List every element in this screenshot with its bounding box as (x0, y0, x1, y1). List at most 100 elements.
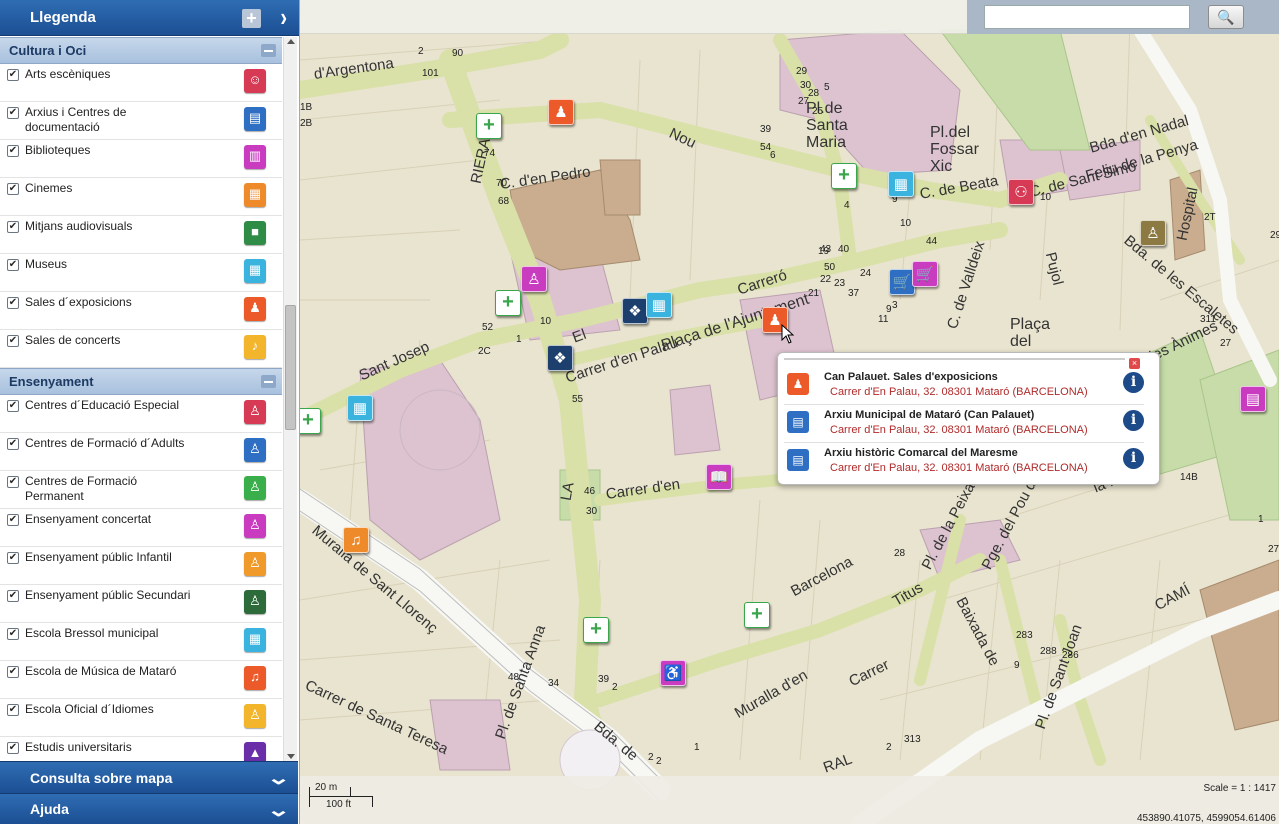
scroll-thumb[interactable] (285, 305, 296, 430)
theater-masks-icon[interactable]: ▤ (1240, 386, 1266, 412)
house-number: 1 (694, 742, 700, 753)
layer-checkbox[interactable]: ✔ (7, 552, 19, 564)
book-icon[interactable]: 📖 (706, 464, 732, 490)
layer-checkbox[interactable]: ✔ (7, 145, 19, 157)
layer-checkbox[interactable]: ✔ (7, 69, 19, 81)
layer-checkbox[interactable]: ✔ (7, 400, 19, 412)
legend-list[interactable]: Cultura i Oci ✔ Arts escèniques ☺ ✔ Arxius … (0, 37, 298, 761)
popup-row[interactable]: ♟ Can Palauet. Sales d'exposicions Carre… (784, 367, 1144, 405)
legend-item[interactable]: ✔ Centres d´Educació Especial ♙ (0, 395, 282, 433)
layer-checkbox[interactable]: ✔ (7, 221, 19, 233)
legend-item[interactable]: ✔ Escola Oficial d´Idiomes ♙ (0, 699, 282, 737)
ajuda-panel-header[interactable]: Ajuda ⌄ (0, 793, 298, 824)
legend-item[interactable]: ✔ Centres de Formació Permanent ♙ (0, 471, 282, 509)
chevron-down-icon[interactable]: ⌄ (266, 800, 290, 821)
legend-item[interactable]: ✔ Escola Bressol municipal ▦ (0, 623, 282, 661)
house-number: 4 (844, 200, 850, 211)
group-header-cultura[interactable]: Cultura i Oci (0, 37, 282, 64)
scale-bar-line (309, 796, 373, 797)
exhibition-icon[interactable]: ♟ (548, 99, 574, 125)
group-header-ensenyament[interactable]: Ensenyament (0, 368, 282, 395)
house-number: 11 (878, 314, 889, 325)
layer-checkbox[interactable]: ✔ (7, 438, 19, 450)
popup-row[interactable]: ▤ Arxiu històric Comarcal del Maresme Ca… (784, 443, 1144, 481)
public-infant-school-icon[interactable]: ♙ (1140, 220, 1166, 246)
legend-item[interactable]: ✔ Arts escèniques ☺ (0, 64, 282, 102)
museum-icon[interactable]: ▦ (646, 292, 672, 318)
special-education-icon[interactable]: ⚇ (1008, 179, 1034, 205)
legend-item[interactable]: ✔ Sales de concerts ♪ (0, 330, 282, 368)
search-button[interactable]: 🔍 (1208, 5, 1244, 29)
consulta-panel-header[interactable]: Consulta sobre mapa ⌄ (0, 761, 298, 793)
collapse-icon[interactable] (261, 44, 276, 57)
health-cross-icon[interactable]: + (744, 602, 770, 628)
music-school-icon[interactable]: ♫ (343, 527, 369, 553)
legend-item[interactable]: ✔ Ensenyament públic Infantil ♙ (0, 547, 282, 585)
house-number: 3 (892, 300, 898, 311)
concert-icon: ♪ (244, 335, 266, 359)
info-icon[interactable]: i (1123, 410, 1144, 431)
house-number: 1 (516, 334, 522, 345)
house-number: 27 (1220, 338, 1232, 349)
scale-imperial: 100 ft (326, 799, 352, 810)
layer-checkbox[interactable]: ✔ (7, 590, 19, 602)
chevron-down-icon[interactable]: ⌄ (266, 768, 290, 789)
layer-checkbox[interactable]: ✔ (7, 259, 19, 271)
popup-row[interactable]: ▤ Arxiu Municipal de Mataró (Can Palauet… (784, 405, 1144, 443)
concerted-school-icon[interactable]: ♙ (521, 266, 547, 292)
house-number: 10 (1040, 192, 1052, 203)
legend-item[interactable]: ✔ Museus ▦ (0, 254, 282, 292)
legend-header[interactable]: Llegenda + › (0, 0, 299, 36)
add-layer-icon[interactable]: + (242, 9, 261, 28)
layer-checkbox[interactable]: ✔ (7, 704, 19, 716)
layer-checkbox[interactable]: ✔ (7, 183, 19, 195)
legend-item[interactable]: ✔ Arxius i Centres de documentació ▤ (0, 102, 282, 140)
house-number: 21 (808, 288, 820, 299)
health-cross-icon[interactable]: + (476, 113, 502, 139)
search-input[interactable] (984, 5, 1190, 29)
legend-item[interactable]: ✔ Ensenyament concertat ♙ (0, 509, 282, 547)
house-number: 2 (612, 682, 618, 693)
layer-checkbox[interactable]: ✔ (7, 742, 19, 754)
health-cross-icon[interactable]: + (300, 408, 321, 434)
info-icon[interactable]: i (1123, 448, 1144, 469)
health-cross-icon[interactable]: + (831, 163, 857, 189)
scroll-down-icon[interactable] (287, 754, 295, 759)
layer-checkbox[interactable]: ✔ (7, 514, 19, 526)
legend-item[interactable]: ✔ Cinemes ▦ (0, 178, 282, 216)
layer-checkbox[interactable]: ✔ (7, 666, 19, 678)
legend-item[interactable]: ✔ Escola de Música de Mataró ♫ (0, 661, 282, 699)
legend-item-label: Cinemes (25, 181, 73, 195)
house-number: 25 (812, 106, 824, 117)
layer-checkbox[interactable]: ✔ (7, 107, 19, 119)
market-icon[interactable]: 🛒 (912, 261, 938, 287)
legend-item[interactable]: ✔ Mitjans audiovisuals ■ (0, 216, 282, 254)
legend-item[interactable]: ✔ Biblioteques ▥ (0, 140, 282, 178)
legend-scrollbar[interactable] (283, 37, 297, 761)
government-icon[interactable]: ❖ (622, 298, 648, 324)
legend-item[interactable]: ✔ Sales d´exposicions ♟ (0, 292, 282, 330)
museum-icon[interactable]: ▦ (888, 171, 914, 197)
layer-checkbox[interactable]: ✔ (7, 297, 19, 309)
health-cross-icon[interactable]: + (583, 617, 609, 643)
layer-checkbox[interactable]: ✔ (7, 335, 19, 347)
layer-checkbox[interactable]: ✔ (7, 628, 19, 640)
chevron-right-icon[interactable]: › (280, 5, 287, 31)
collapse-icon[interactable] (261, 375, 276, 388)
accessibility-icon[interactable]: ♿ (660, 660, 686, 686)
house-number: 1B (300, 102, 313, 113)
layer-checkbox[interactable]: ✔ (7, 476, 19, 488)
legend-item[interactable]: ✔ Ensenyament públic Secundari ♙ (0, 585, 282, 623)
house-number: 9 (1014, 660, 1020, 671)
museum-icon[interactable]: ▦ (347, 395, 373, 421)
book-icon: ▥ (244, 145, 266, 169)
info-icon[interactable]: i (1123, 372, 1144, 393)
house-number: 286 (1062, 650, 1079, 661)
government-icon[interactable]: ❖ (547, 345, 573, 371)
health-cross-icon[interactable]: + (495, 290, 521, 316)
legend-item[interactable]: ✔ Estudis universitaris ▲ (0, 737, 282, 761)
house-number: 2T (1204, 212, 1216, 223)
scale-ratio: Scale = 1 : 1417 (1203, 783, 1276, 794)
legend-item[interactable]: ✔ Centres de Formació d´Adults ♙ (0, 433, 282, 471)
scroll-up-icon[interactable] (287, 39, 295, 44)
